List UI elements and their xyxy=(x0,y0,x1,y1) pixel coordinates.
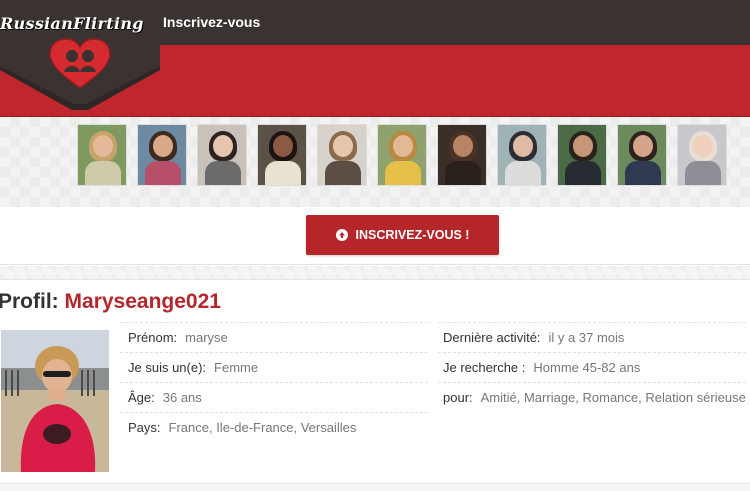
signup-nav-link[interactable]: Inscrivez-vous xyxy=(163,14,260,30)
profile-field: Pays: France, Ile-de-France, Versailles xyxy=(128,420,356,435)
profile-field-value: Homme 45-82 ans xyxy=(533,360,641,375)
logo-wordmark: RussianFlirting xyxy=(0,14,144,33)
member-thumbnail[interactable] xyxy=(317,124,367,186)
field-separator xyxy=(438,382,746,383)
profile-field-label: pour: xyxy=(443,390,473,405)
member-thumbnail[interactable] xyxy=(557,124,607,186)
member-thumbnail[interactable] xyxy=(677,124,727,186)
arrow-circle-icon xyxy=(335,229,348,241)
profile-title-prefix: Profil: xyxy=(0,290,59,313)
profile-field-label: Âge: xyxy=(128,390,155,405)
field-separator xyxy=(120,382,428,383)
profile-photo[interactable] xyxy=(1,330,109,472)
member-thumbnail[interactable] xyxy=(437,124,487,186)
site-logo[interactable]: RussianFlirting xyxy=(0,0,160,110)
member-thumbnail[interactable] xyxy=(137,124,187,186)
field-separator xyxy=(438,352,746,353)
member-photo-strip xyxy=(0,117,750,207)
profile-field-value: Amitié, Marriage, Romance, Relation séri… xyxy=(480,390,746,405)
field-separator xyxy=(120,322,428,323)
profile-field: pour: Amitié, Marriage, Romance, Relation… xyxy=(443,390,746,405)
profile-title: Profil: Maryseange021 xyxy=(0,290,221,314)
profile-username: Maryseange021 xyxy=(64,290,221,313)
profile-field-label: Pays: xyxy=(128,420,161,435)
field-separator xyxy=(120,412,428,413)
section-divider xyxy=(0,266,750,279)
profile-field-value: Femme xyxy=(214,360,259,375)
profile-field-label: Je recherche : xyxy=(443,360,526,375)
profile-field-value: maryse xyxy=(185,330,228,345)
profile-photo-image xyxy=(1,330,109,472)
profile-field-label: Prénom: xyxy=(128,330,178,345)
page-bottom-edge xyxy=(0,483,750,491)
profile-field: Prénom: maryse xyxy=(128,330,228,345)
profile-field: Je recherche : Homme 45-82 ans xyxy=(443,360,640,375)
profile-field-value: il y a 37 mois xyxy=(548,330,625,345)
member-thumbnail[interactable] xyxy=(617,124,667,186)
profile-field-value: France, Ile-de-France, Versailles xyxy=(168,420,357,435)
signup-cta-section: INSCRIVEZ-VOUS ! xyxy=(0,207,750,265)
signup-cta-label: INSCRIVEZ-VOUS ! xyxy=(355,228,470,242)
profile-field: Âge: 36 ans xyxy=(128,390,202,405)
member-thumbnail[interactable] xyxy=(77,124,127,186)
signup-cta-button[interactable]: INSCRIVEZ-VOUS ! xyxy=(306,215,499,255)
member-thumbnail[interactable] xyxy=(497,124,547,186)
member-thumbnail[interactable] xyxy=(197,124,247,186)
profile-field: Dernière activité: il y a 37 mois xyxy=(443,330,624,345)
field-separator xyxy=(120,352,428,353)
member-thumbnail[interactable] xyxy=(377,124,427,186)
profile-field-value: 36 ans xyxy=(162,390,202,405)
field-separator xyxy=(438,322,746,323)
profile-card: Profil: Maryseange021 Prénom: maryse Je su… xyxy=(0,279,750,491)
profile-field-label: Je suis un(e): xyxy=(128,360,207,375)
profile-field-label: Dernière activité: xyxy=(443,330,541,345)
member-thumbnail[interactable] xyxy=(257,124,307,186)
profile-field: Je suis un(e): Femme xyxy=(128,360,258,375)
